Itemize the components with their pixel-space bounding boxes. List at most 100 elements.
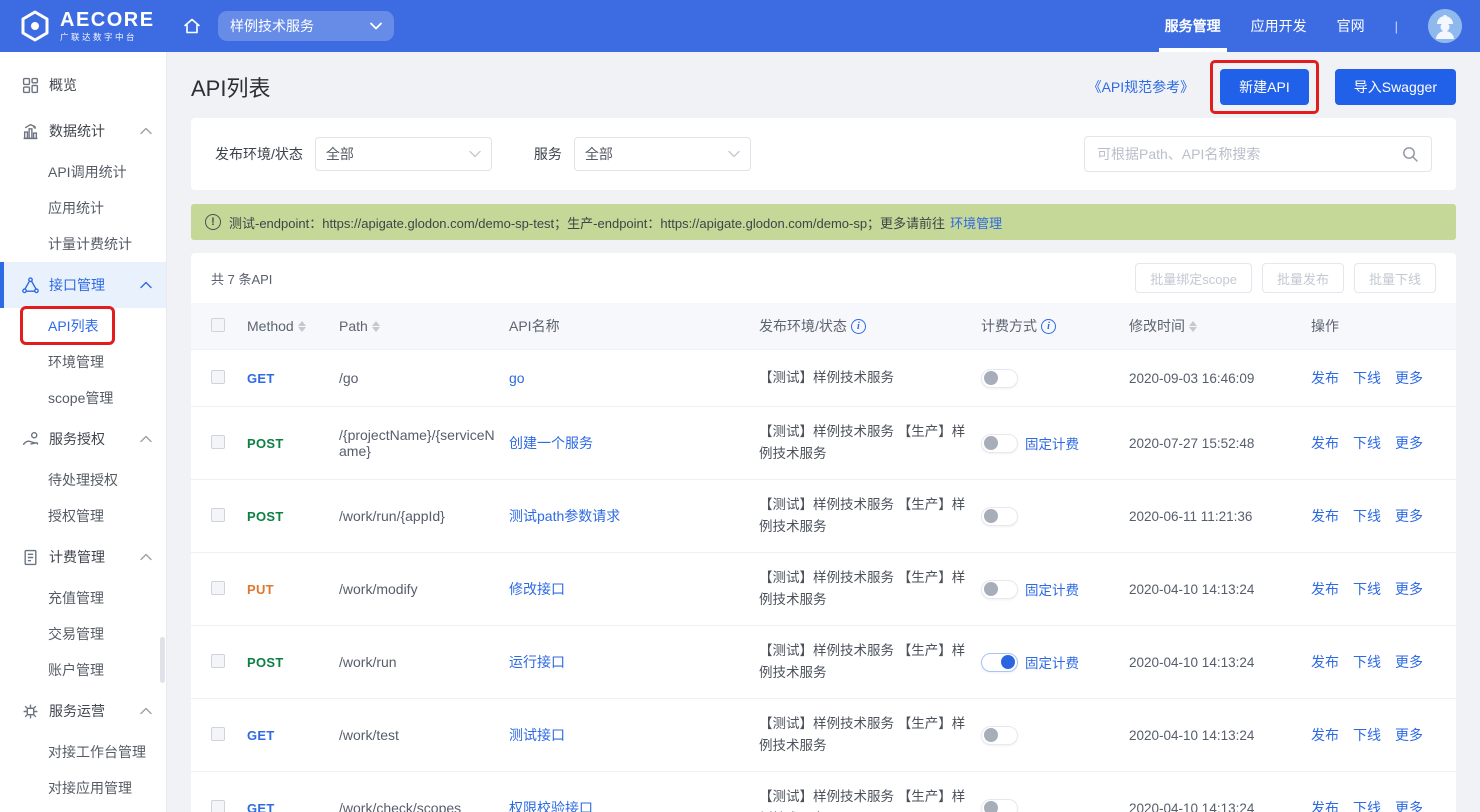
- api-path: /work/check/scopes: [339, 800, 461, 812]
- api-name-link[interactable]: 修改接口: [509, 581, 565, 597]
- batch-offline-button[interactable]: 批量下线: [1354, 263, 1436, 293]
- row-action-more[interactable]: 更多: [1395, 654, 1423, 670]
- endpoint-notice-text: 测试-endpoint：https://apigate.glodon.com/d…: [229, 213, 945, 232]
- api-name-link[interactable]: 运行接口: [509, 654, 565, 670]
- sidebar-section-服务授权[interactable]: 服务授权: [0, 416, 166, 462]
- operation-icon: [22, 702, 40, 720]
- row-action-publish[interactable]: 发布: [1311, 508, 1339, 524]
- fixed-billing-link[interactable]: 固定计费: [1025, 652, 1079, 672]
- topnav-item-official-site[interactable]: 官网: [1337, 0, 1365, 52]
- api-name-link[interactable]: go: [509, 370, 525, 386]
- batch-bind-scope-button[interactable]: 批量绑定scope: [1135, 263, 1252, 293]
- row-action-offline[interactable]: 下线: [1353, 508, 1381, 524]
- row-action-offline[interactable]: 下线: [1353, 581, 1381, 597]
- sidebar-item-应用统计[interactable]: 应用统计: [0, 190, 166, 226]
- row-action-more[interactable]: 更多: [1395, 508, 1423, 524]
- row-checkbox[interactable]: [211, 435, 225, 449]
- row-action-offline[interactable]: 下线: [1353, 800, 1381, 812]
- search-icon[interactable]: [1401, 145, 1419, 163]
- billing-toggle[interactable]: [981, 507, 1018, 526]
- billing-toggle[interactable]: [981, 653, 1018, 672]
- billing-toggle[interactable]: [981, 580, 1018, 599]
- row-checkbox[interactable]: [211, 370, 225, 384]
- sidebar-section-服务运营[interactable]: 服务运营: [0, 688, 166, 734]
- sort-path-icon[interactable]: [372, 321, 380, 332]
- search-input[interactable]: [1097, 146, 1401, 162]
- sidebar-section-数据统计[interactable]: 数据统计: [0, 108, 166, 154]
- sidebar-item-对接应用管理[interactable]: 对接应用管理: [0, 770, 166, 806]
- row-action-offline[interactable]: 下线: [1353, 654, 1381, 670]
- api-name-link[interactable]: 权限校验接口: [509, 800, 593, 812]
- row-action-publish[interactable]: 发布: [1311, 370, 1339, 386]
- chevron-up-icon: [140, 281, 152, 289]
- service-selector-dropdown[interactable]: 样例技术服务: [218, 11, 394, 41]
- sort-method-icon[interactable]: [298, 321, 306, 332]
- row-action-publish[interactable]: 发布: [1311, 654, 1339, 670]
- sidebar-section-概览[interactable]: 概览: [0, 62, 166, 108]
- api-name-link[interactable]: 测试接口: [509, 727, 565, 743]
- sort-time-icon[interactable]: [1189, 321, 1197, 332]
- billing-info-icon[interactable]: i: [1041, 319, 1056, 334]
- sidebar-item-账户管理[interactable]: 账户管理: [0, 652, 166, 688]
- page-title: API列表: [191, 71, 270, 103]
- service-select[interactable]: 全部: [574, 137, 751, 171]
- row-action-publish[interactable]: 发布: [1311, 800, 1339, 812]
- fixed-billing-link[interactable]: 固定计费: [1025, 433, 1079, 453]
- sidebar-item-充值管理[interactable]: 充值管理: [0, 580, 166, 616]
- row-checkbox[interactable]: [211, 727, 225, 741]
- sidebar-item-授权管理[interactable]: 授权管理: [0, 498, 166, 534]
- topnav-item-service-management[interactable]: 服务管理: [1165, 0, 1221, 52]
- fixed-billing-link[interactable]: 固定计费: [1025, 579, 1079, 599]
- row-action-more[interactable]: 更多: [1395, 581, 1423, 597]
- row-action-more[interactable]: 更多: [1395, 370, 1423, 386]
- new-api-button[interactable]: 新建API: [1220, 69, 1309, 105]
- row-action-more[interactable]: 更多: [1395, 727, 1423, 743]
- modified-time: 2020-04-10 14:13:24: [1129, 728, 1254, 743]
- billing-toggle[interactable]: [981, 369, 1018, 388]
- service-select-value: 全部: [585, 144, 728, 164]
- sidebar-item-待处理授权[interactable]: 待处理授权: [0, 462, 166, 498]
- row-action-more[interactable]: 更多: [1395, 800, 1423, 812]
- billing-toggle[interactable]: [981, 726, 1018, 745]
- table-row: POST/{projectName}/{serviceName}创建一个服务【测…: [191, 406, 1456, 479]
- modified-time: 2020-09-03 16:46:09: [1129, 371, 1254, 386]
- row-checkbox[interactable]: [211, 800, 225, 812]
- billing-toggle[interactable]: [981, 434, 1018, 453]
- api-spec-reference-link[interactable]: 《API规范参考》: [1088, 77, 1195, 97]
- table-row: PUT/work/modify修改接口【测试】样例技术服务 【生产】样例技术服务…: [191, 552, 1456, 625]
- sidebar-item-API列表[interactable]: API列表: [0, 308, 166, 344]
- row-checkbox[interactable]: [211, 581, 225, 595]
- row-action-more[interactable]: 更多: [1395, 435, 1423, 451]
- sidebar-item-scope管理[interactable]: scope管理: [0, 380, 166, 416]
- sidebar-section-计费管理[interactable]: 计费管理: [0, 534, 166, 580]
- row-action-publish[interactable]: 发布: [1311, 435, 1339, 451]
- env-status-info-icon[interactable]: i: [851, 319, 866, 334]
- row-action-offline[interactable]: 下线: [1353, 370, 1381, 386]
- sidebar-scrollbar-thumb[interactable]: [160, 637, 165, 683]
- row-action-publish[interactable]: 发布: [1311, 727, 1339, 743]
- batch-publish-button[interactable]: 批量发布: [1262, 263, 1344, 293]
- select-all-checkbox[interactable]: [211, 318, 225, 332]
- home-icon[interactable]: [182, 16, 202, 36]
- user-avatar[interactable]: [1428, 9, 1462, 43]
- billing-toggle[interactable]: [981, 799, 1018, 812]
- row-checkbox[interactable]: [211, 654, 225, 668]
- api-name-link[interactable]: 创建一个服务: [509, 435, 593, 451]
- sidebar-item-计量计费统计[interactable]: 计量计费统计: [0, 226, 166, 262]
- row-checkbox[interactable]: [211, 508, 225, 522]
- sidebar-section-接口管理[interactable]: 接口管理: [0, 262, 166, 308]
- sidebar-item-环境管理[interactable]: 环境管理: [0, 344, 166, 380]
- billing-icon: [22, 548, 40, 566]
- row-action-offline[interactable]: 下线: [1353, 727, 1381, 743]
- sidebar-item-对接工作台管理[interactable]: 对接工作台管理: [0, 734, 166, 770]
- api-name-link[interactable]: 测试path参数请求: [509, 508, 620, 524]
- env-status-select[interactable]: 全部: [315, 137, 492, 171]
- env-management-link[interactable]: 环境管理: [950, 213, 1002, 232]
- sidebar-item-开发者管理[interactable]: 开发者管理: [0, 806, 166, 812]
- row-action-offline[interactable]: 下线: [1353, 435, 1381, 451]
- sidebar-item-API调用统计[interactable]: API调用统计: [0, 154, 166, 190]
- import-swagger-button[interactable]: 导入Swagger: [1335, 69, 1456, 105]
- row-action-publish[interactable]: 发布: [1311, 581, 1339, 597]
- topnav-item-app-development[interactable]: 应用开发: [1251, 0, 1307, 52]
- sidebar-item-交易管理[interactable]: 交易管理: [0, 616, 166, 652]
